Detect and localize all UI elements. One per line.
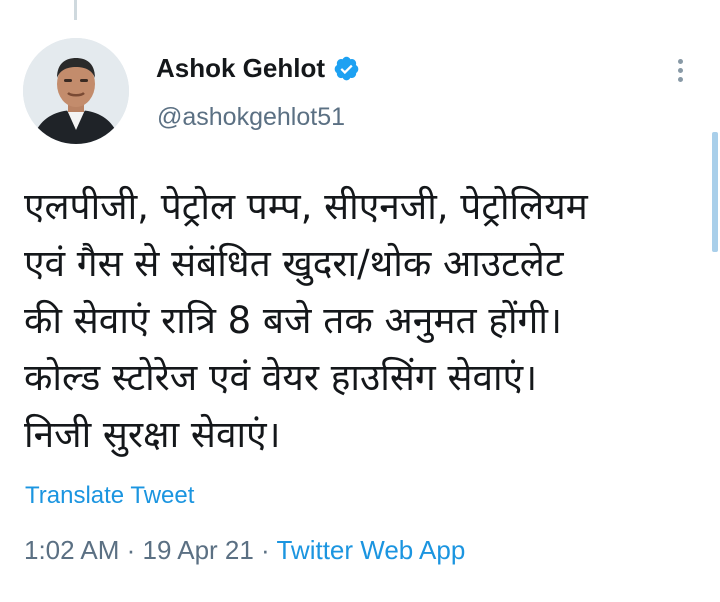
tweet-text-line: निजी सुरक्षा सेवाएं। [24, 413, 281, 456]
meta-separator: · [119, 535, 143, 565]
translate-tweet-link[interactable]: Translate Tweet [25, 481, 194, 511]
author-handle[interactable]: @ashokgehlot51 [157, 102, 345, 132]
tweet-metadata: 1:02 AM · 19 Apr 21 · Twitter Web App [24, 534, 465, 566]
tweet-time[interactable]: 1:02 AM [24, 535, 119, 565]
more-vertical-icon [677, 58, 683, 64]
meta-separator: · [253, 535, 277, 565]
avatar[interactable] [23, 38, 129, 144]
more-options-button[interactable] [668, 54, 692, 86]
tweet-text-line: एलपीजी, पेट्रोल पम्प, सीएनजी, पेट्रोलियम [24, 185, 588, 228]
tweet-text-line: कोल्ड स्टोरेज एवं वेयर हाउसिंग सेवाएं। [24, 356, 538, 399]
tweet-source-link[interactable]: Twitter Web App [276, 535, 465, 565]
tweet-text-line: की सेवाएं रात्रि 8 बजे तक अनुमत होंगी। [24, 299, 562, 342]
tweet-text-line: एवं गैस से संबंधित खुदरा/थोक आउटलेट [24, 242, 564, 285]
tweet-date[interactable]: 19 Apr 21 [143, 535, 254, 565]
author-display-name[interactable]: Ashok Gehlot [156, 52, 325, 84]
avatar-image [23, 38, 129, 144]
thread-connector-line [74, 0, 77, 20]
verified-badge-icon [333, 55, 360, 82]
tweet-author: Ashok Gehlot [156, 52, 360, 84]
tweet-text: एलपीजी, पेट्रोल पम्प, सीएनजी, पेट्रोलियम… [24, 178, 704, 463]
scrollbar[interactable] [712, 132, 718, 252]
